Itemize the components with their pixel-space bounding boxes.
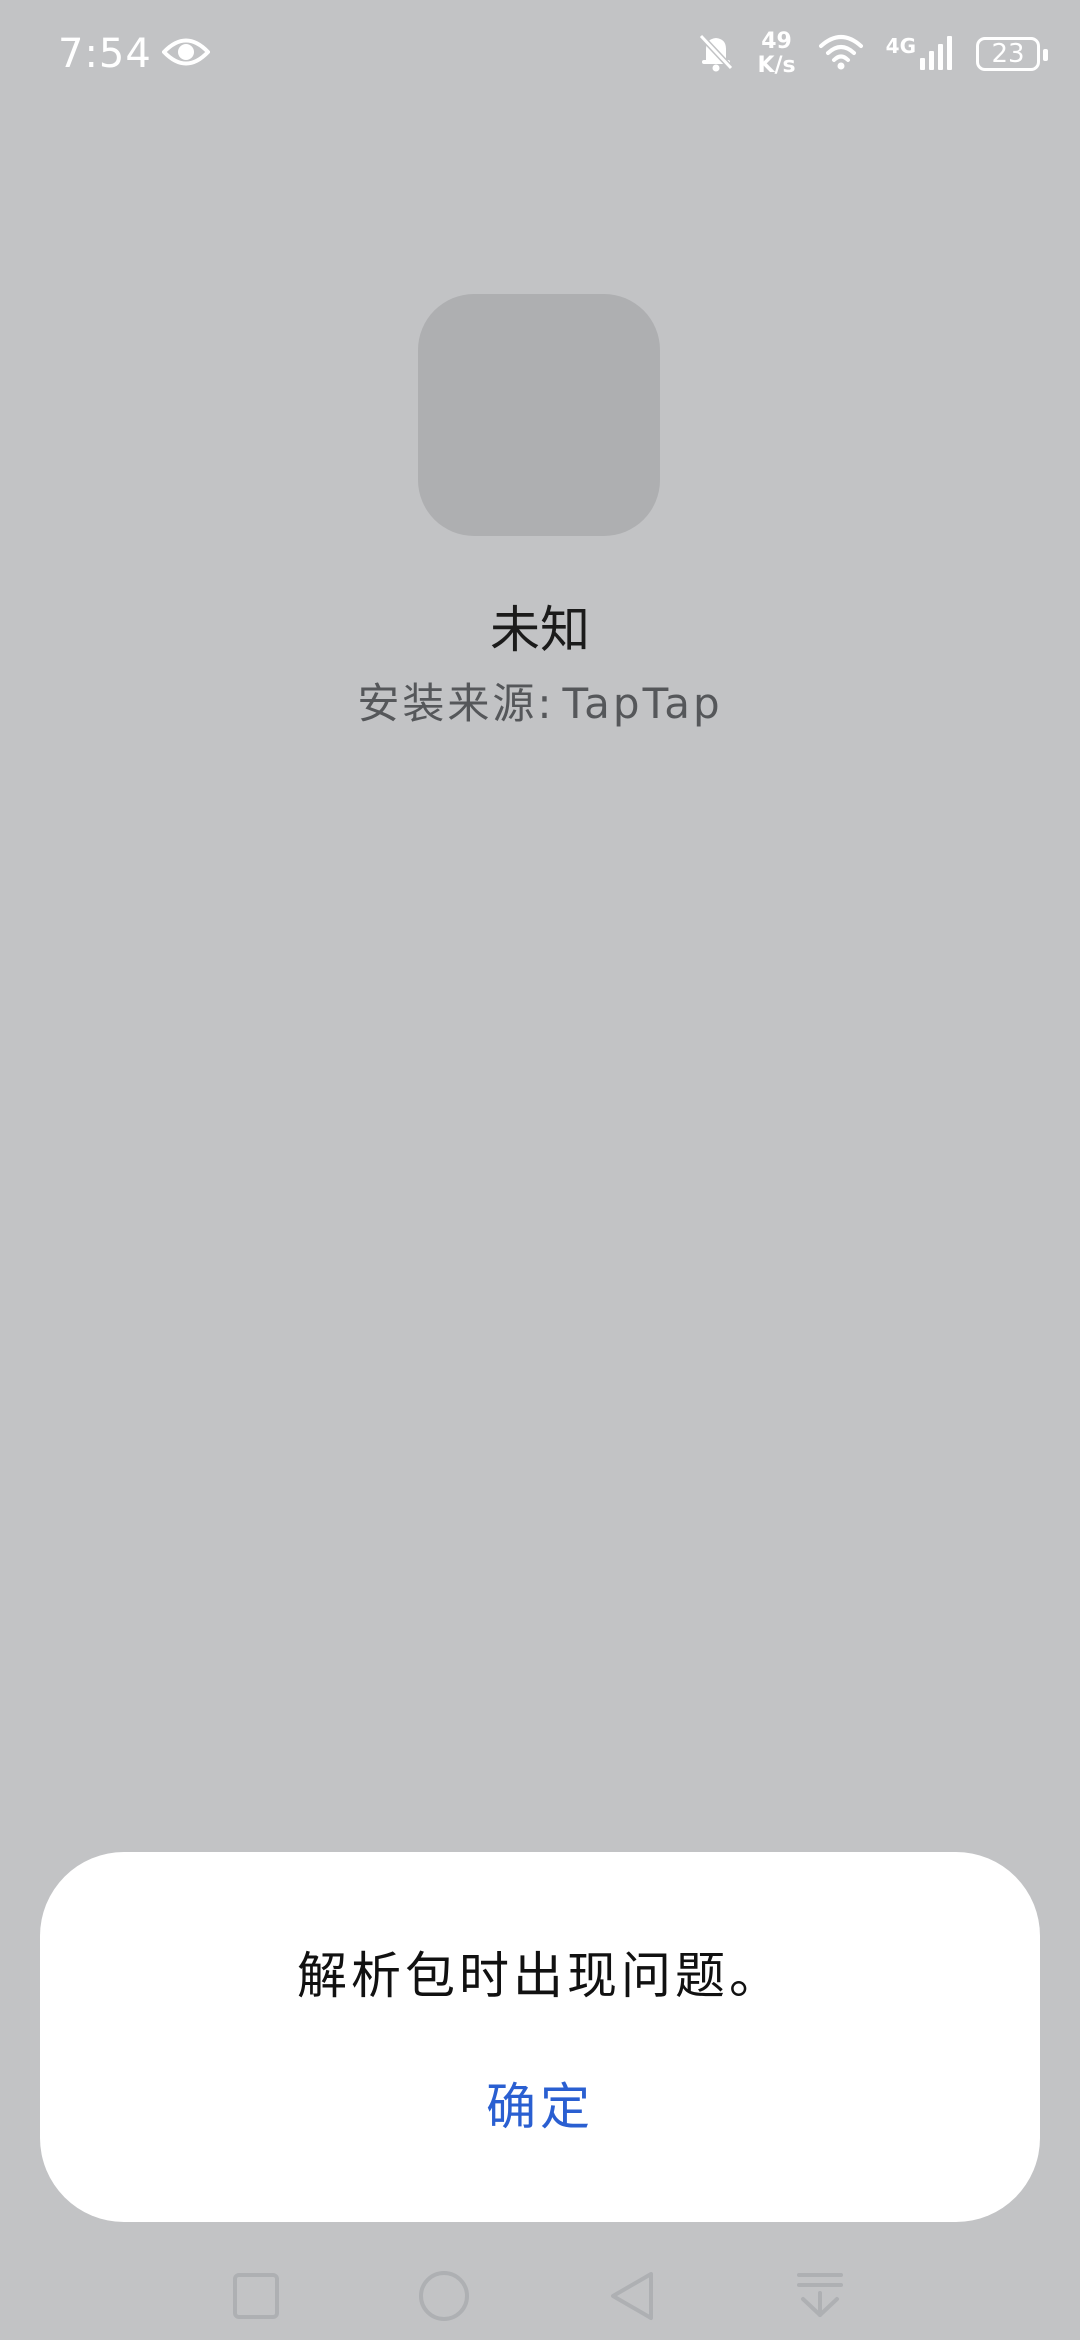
- eye-icon: [161, 35, 211, 73]
- install-source-value: TapTap: [562, 679, 723, 728]
- bell-off-icon: [697, 32, 735, 76]
- wifi-icon: [818, 34, 864, 74]
- navigation-bar: [0, 2240, 1080, 2340]
- app-icon-placeholder: [418, 294, 660, 536]
- status-left: 7:54: [58, 28, 211, 80]
- network-type: 4G: [885, 34, 916, 58]
- battery-level: 23: [991, 39, 1025, 69]
- install-source: 安装来源: TapTap: [0, 670, 1080, 731]
- signal-group: 4G: [886, 34, 954, 74]
- signal-icon: [920, 34, 954, 74]
- net-speed-unit: K/s: [757, 53, 796, 78]
- error-dialog: 解析包时出现问题。 确定: [40, 1852, 1040, 2222]
- back-triangle-icon[interactable]: [592, 2256, 672, 2336]
- confirm-button[interactable]: 确定: [420, 2058, 660, 2148]
- net-speed-value: 49: [761, 29, 792, 54]
- pull-down-icon[interactable]: [780, 2256, 860, 2336]
- battery-icon: 23: [976, 37, 1048, 71]
- net-speed: 49 K/s: [757, 30, 795, 78]
- status-bar: 7:54 49 K/s 4G 23: [0, 0, 1080, 110]
- app-name: 未知: [490, 601, 590, 659]
- install-source-label: 安装来源:: [357, 679, 555, 728]
- screen: 7:54 49 K/s 4G 23 未知 安装来源: TapTap 解析包时出现…: [0, 0, 1080, 2340]
- dialog-message: 解析包时出现问题。: [297, 1947, 783, 2005]
- battery-tip: [1043, 49, 1048, 61]
- home-circle-icon[interactable]: [404, 2256, 484, 2336]
- status-time: 7:54: [58, 31, 152, 77]
- status-right: 49 K/s 4G 23: [697, 24, 1048, 84]
- recents-square-icon[interactable]: [216, 2256, 296, 2336]
